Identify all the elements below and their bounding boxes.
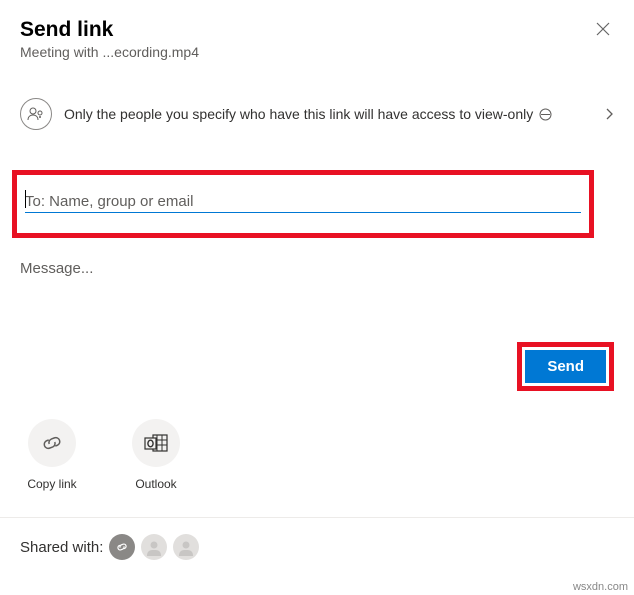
outlook-icon-circle (132, 419, 180, 467)
copy-link-action[interactable]: Copy link (20, 419, 84, 491)
text-cursor (25, 190, 26, 208)
block-icon (539, 108, 552, 121)
person-icon (145, 538, 163, 556)
people-icon-circle (20, 98, 52, 130)
action-row: Copy link Outlook (0, 419, 634, 491)
dialog-header: Send link Meeting with ...ecording.mp4 (20, 18, 614, 60)
permission-text-wrap: Only the people you specify who have thi… (64, 106, 588, 122)
people-icon (27, 105, 45, 123)
watermark: wsxdn.com (573, 581, 628, 593)
filename-label: Meeting with ...ecording.mp4 (20, 44, 199, 60)
shared-with-label: Shared with: (20, 539, 103, 556)
recipients-input[interactable] (25, 191, 581, 213)
copy-link-icon-circle (28, 419, 76, 467)
message-input[interactable] (20, 260, 614, 277)
shared-person-avatar-1[interactable] (141, 534, 167, 560)
send-button[interactable]: Send (525, 350, 606, 383)
send-row: Send (0, 342, 634, 391)
outlook-icon (143, 431, 169, 455)
outlook-label: Outlook (135, 477, 176, 491)
recipients-highlight (12, 170, 594, 238)
permission-settings-row[interactable]: Only the people you specify who have thi… (20, 98, 614, 130)
title-block: Send link Meeting with ...ecording.mp4 (20, 18, 199, 60)
outlook-action[interactable]: Outlook (124, 419, 188, 491)
shared-with-row: Shared with: (0, 518, 634, 560)
chevron-right-icon (604, 107, 614, 121)
shared-link-avatar[interactable] (109, 534, 135, 560)
link-icon (115, 540, 129, 554)
copy-link-label: Copy link (27, 477, 76, 491)
link-icon (40, 431, 64, 455)
shared-person-avatar-2[interactable] (173, 534, 199, 560)
send-link-dialog: Send link Meeting with ...ecording.mp4 O… (0, 0, 634, 130)
dialog-title: Send link (20, 18, 199, 42)
close-icon (596, 22, 610, 36)
recipients-field-wrap (25, 191, 581, 213)
person-icon (177, 538, 195, 556)
send-highlight: Send (517, 342, 614, 391)
close-button[interactable] (592, 18, 614, 40)
permission-text: Only the people you specify who have thi… (64, 106, 533, 122)
